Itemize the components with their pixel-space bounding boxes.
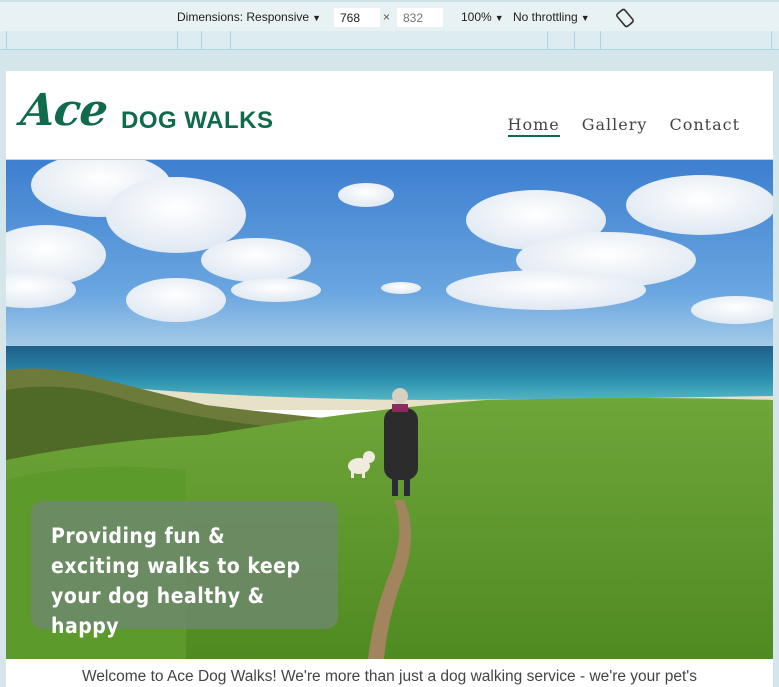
width-input[interactable] xyxy=(334,8,380,27)
nav-home[interactable]: Home xyxy=(507,115,560,137)
throttling-caret-icon: ▼ xyxy=(580,13,590,23)
dimensions-caret-icon: ▼ xyxy=(312,13,321,23)
ruler-mark xyxy=(600,31,601,49)
media-query-ruler[interactable] xyxy=(0,31,779,50)
hero-caption: Providing fun & exciting walks to keep y… xyxy=(51,524,301,638)
rotate-icon[interactable] xyxy=(615,8,635,28)
dimensions-dropdown[interactable]: Dimensions: Responsive ▼ xyxy=(177,9,321,26)
zoom-caret-icon: ▼ xyxy=(494,13,504,23)
nav-contact[interactable]: Contact xyxy=(669,115,740,137)
ruler-mark xyxy=(547,31,548,49)
times-icon: × xyxy=(383,10,391,24)
throttling-label: No throttling xyxy=(513,10,578,24)
logo-text[interactable]: DOG WALKS xyxy=(121,107,274,135)
intro-paragraph: Welcome to Ace Dog Walks! We're more tha… xyxy=(81,668,698,685)
ruler-mark xyxy=(177,31,178,49)
ruler-mark xyxy=(574,31,575,49)
dimensions-label: Dimensions: Responsive xyxy=(177,10,310,24)
ruler-mark xyxy=(6,31,7,49)
zoom-label: 100% xyxy=(461,10,492,24)
zoom-dropdown[interactable]: 100% ▼ xyxy=(461,9,504,26)
logo-script[interactable]: Ace xyxy=(18,85,109,136)
main-nav: Home Gallery Contact xyxy=(507,115,741,137)
ruler-mark xyxy=(771,31,772,49)
height-input[interactable] xyxy=(397,8,443,27)
page-viewport: Ace DOG WALKS Home Gallery Contact Provi… xyxy=(6,71,773,687)
ruler-mark xyxy=(230,31,231,49)
nav-gallery[interactable]: Gallery xyxy=(582,115,648,137)
throttling-dropdown[interactable]: No throttling ▼ xyxy=(513,9,590,26)
hero-image: Providing fun & exciting walks to keep y… xyxy=(6,160,773,659)
ruler-mark xyxy=(201,31,202,49)
hero-caption-box: Providing fun & exciting walks to keep y… xyxy=(31,501,338,638)
device-toolbar: Dimensions: Responsive▼ × 100%▼ No throt… xyxy=(0,0,779,31)
site-header: Ace DOG WALKS Home Gallery Contact xyxy=(6,71,773,160)
